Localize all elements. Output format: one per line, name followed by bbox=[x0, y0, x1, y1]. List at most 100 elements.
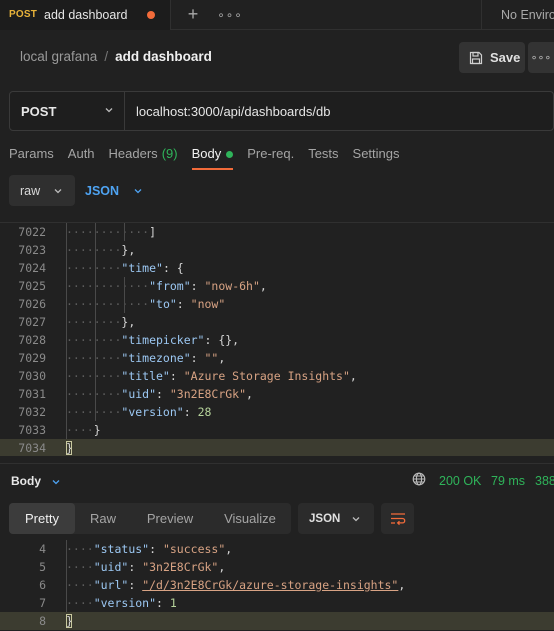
tab-params[interactable]: Params bbox=[9, 146, 54, 170]
body-language-select[interactable]: JSON bbox=[85, 175, 143, 206]
code-text: ········}, bbox=[66, 315, 136, 329]
headers-count: (9) bbox=[161, 146, 178, 161]
code-text: ········"title": "Azure Storage Insights… bbox=[66, 369, 357, 383]
indent-guide bbox=[95, 223, 96, 421]
tab-pre-request[interactable]: Pre-req. bbox=[247, 146, 294, 170]
code-line: 7028 ········"timepicker": {}, bbox=[0, 331, 554, 349]
body-mode-value: raw bbox=[20, 183, 41, 198]
chevron-down-icon[interactable] bbox=[51, 477, 61, 487]
save-options-button[interactable]: ∘∘∘ bbox=[528, 42, 554, 73]
bracket-match-marker bbox=[66, 441, 72, 455]
body-mode-select[interactable]: raw bbox=[9, 175, 75, 206]
response-format-value: JSON bbox=[309, 512, 341, 525]
http-method-select[interactable]: POST bbox=[10, 92, 125, 130]
response-format-select[interactable]: JSON bbox=[298, 503, 374, 534]
globe-icon[interactable] bbox=[412, 472, 426, 486]
new-tab-button[interactable]: + bbox=[171, 0, 215, 30]
environment-label: No Environment bbox=[501, 8, 554, 22]
line-number: 7022 bbox=[18, 225, 46, 239]
response-view-tabs: Pretty Raw Preview Visualize bbox=[9, 503, 291, 534]
tab-headers[interactable]: Headers (9) bbox=[109, 146, 178, 170]
tab-body[interactable]: Body bbox=[191, 146, 234, 170]
tab-auth[interactable]: Auth bbox=[68, 146, 95, 170]
wrap-lines-icon bbox=[390, 512, 405, 525]
breadcrumb-collection[interactable]: local grafana bbox=[20, 49, 97, 64]
code-text: ········"version": 28 bbox=[66, 405, 212, 419]
line-number: 7025 bbox=[18, 279, 46, 293]
code-line: 7 ····"version": 1 bbox=[0, 594, 554, 612]
code-text: ········"time": { bbox=[66, 261, 184, 275]
code-line: 4 ····"status": "success", bbox=[0, 540, 554, 558]
url-input[interactable] bbox=[125, 92, 553, 130]
code-line: 7031 ········"uid": "3n2E8CrGk", bbox=[0, 385, 554, 403]
code-text: ····"status": "success", bbox=[66, 542, 233, 556]
tab-visualize[interactable]: Visualize bbox=[209, 503, 291, 534]
code-line: 8} bbox=[0, 612, 554, 630]
response-status[interactable]: 200 OK bbox=[439, 474, 481, 488]
response-body-viewer[interactable]: 4 ····"status": "success", 5 ····"uid": "3n… bbox=[0, 540, 554, 631]
environment-selector[interactable]: No Environment bbox=[481, 0, 554, 30]
url-bar: POST bbox=[9, 91, 554, 131]
indent-guide bbox=[66, 223, 67, 439]
code-line: 7034} bbox=[0, 439, 554, 456]
chevron-down-icon bbox=[352, 517, 360, 522]
tab-raw[interactable]: Raw bbox=[75, 503, 131, 534]
response-time[interactable]: 79 ms bbox=[491, 474, 525, 488]
tab-settings[interactable]: Settings bbox=[353, 146, 400, 170]
tab-pretty[interactable]: Pretty bbox=[9, 503, 75, 534]
code-text: ········"timezone": "", bbox=[66, 351, 226, 365]
tab-method-badge: POST bbox=[9, 9, 38, 20]
code-line: 7026 ············"to": "now" bbox=[0, 295, 554, 313]
indent-guide bbox=[124, 223, 125, 241]
tab-preview[interactable]: Preview bbox=[131, 503, 209, 534]
code-line: 7032 ········"version": 28 bbox=[0, 403, 554, 421]
breadcrumb: local grafana / add dashboard bbox=[20, 49, 212, 64]
code-text: ····} bbox=[66, 423, 101, 437]
code-line: 7029 ········"timezone": "", bbox=[0, 349, 554, 367]
plus-icon: + bbox=[187, 4, 199, 24]
indent-guide bbox=[66, 540, 67, 612]
request-body-editor[interactable]: 7022 ············] 7023 ········}, 7024 ·····… bbox=[0, 222, 554, 456]
response-section-toggle[interactable]: Body bbox=[11, 474, 41, 488]
chevron-down-icon bbox=[54, 189, 62, 194]
tab-title: add dashboard bbox=[44, 7, 128, 22]
code-text: ········"timepicker": {}, bbox=[66, 333, 240, 347]
more-horizontal-icon: ∘∘∘ bbox=[530, 52, 552, 64]
code-line: 7022 ············] bbox=[0, 223, 554, 241]
breadcrumb-separator: / bbox=[104, 49, 109, 64]
save-button[interactable]: Save bbox=[459, 42, 525, 73]
code-text: ········}, bbox=[66, 243, 136, 257]
request-tab-bar: POST add dashboard + ∘∘∘ No Environment bbox=[0, 0, 554, 30]
wrap-lines-button[interactable] bbox=[381, 503, 414, 534]
code-text: ············"from": "now-6h", bbox=[66, 279, 267, 293]
breadcrumb-request-name[interactable]: add dashboard bbox=[115, 49, 212, 64]
line-number: 7027 bbox=[18, 315, 46, 329]
line-number: 7030 bbox=[18, 369, 46, 383]
code-text: ············"to": "now" bbox=[66, 297, 226, 311]
code-line: 7030 ········"title": "Azure Storage Insi… bbox=[0, 367, 554, 385]
code-line: 7025 ············"from": "now-6h", bbox=[0, 277, 554, 295]
request-tab-add-dashboard[interactable]: POST add dashboard bbox=[0, 0, 171, 30]
code-line: 7027 ········}, bbox=[0, 313, 554, 331]
line-number: 7032 bbox=[18, 405, 46, 419]
code-text: ····"uid": "3n2E8CrGk", bbox=[66, 560, 226, 574]
body-indicator-dot bbox=[226, 151, 234, 158]
code-line: 7033 ····} bbox=[0, 421, 554, 439]
unsaved-changes-dot[interactable] bbox=[147, 10, 155, 19]
body-language-value: JSON bbox=[85, 183, 120, 198]
code-text: ····"version": 1 bbox=[66, 596, 177, 610]
code-line: 7023 ········}, bbox=[0, 241, 554, 259]
response-size[interactable]: 388 B bbox=[535, 474, 554, 488]
tab-options-button[interactable]: ∘∘∘ bbox=[215, 0, 245, 30]
line-number: 7029 bbox=[18, 351, 46, 365]
chevron-down-icon bbox=[134, 188, 142, 193]
tab-tests[interactable]: Tests bbox=[308, 146, 338, 170]
code-text: ············] bbox=[66, 225, 157, 239]
line-number: 7033 bbox=[18, 423, 46, 437]
http-method-value: POST bbox=[21, 103, 57, 119]
line-number: 7023 bbox=[18, 243, 46, 257]
line-number: 7 bbox=[39, 596, 46, 610]
response-header: Body 200 OK 79 ms 388 B bbox=[0, 463, 554, 495]
line-number: 7034 bbox=[18, 441, 46, 455]
line-number: 7028 bbox=[18, 333, 46, 347]
